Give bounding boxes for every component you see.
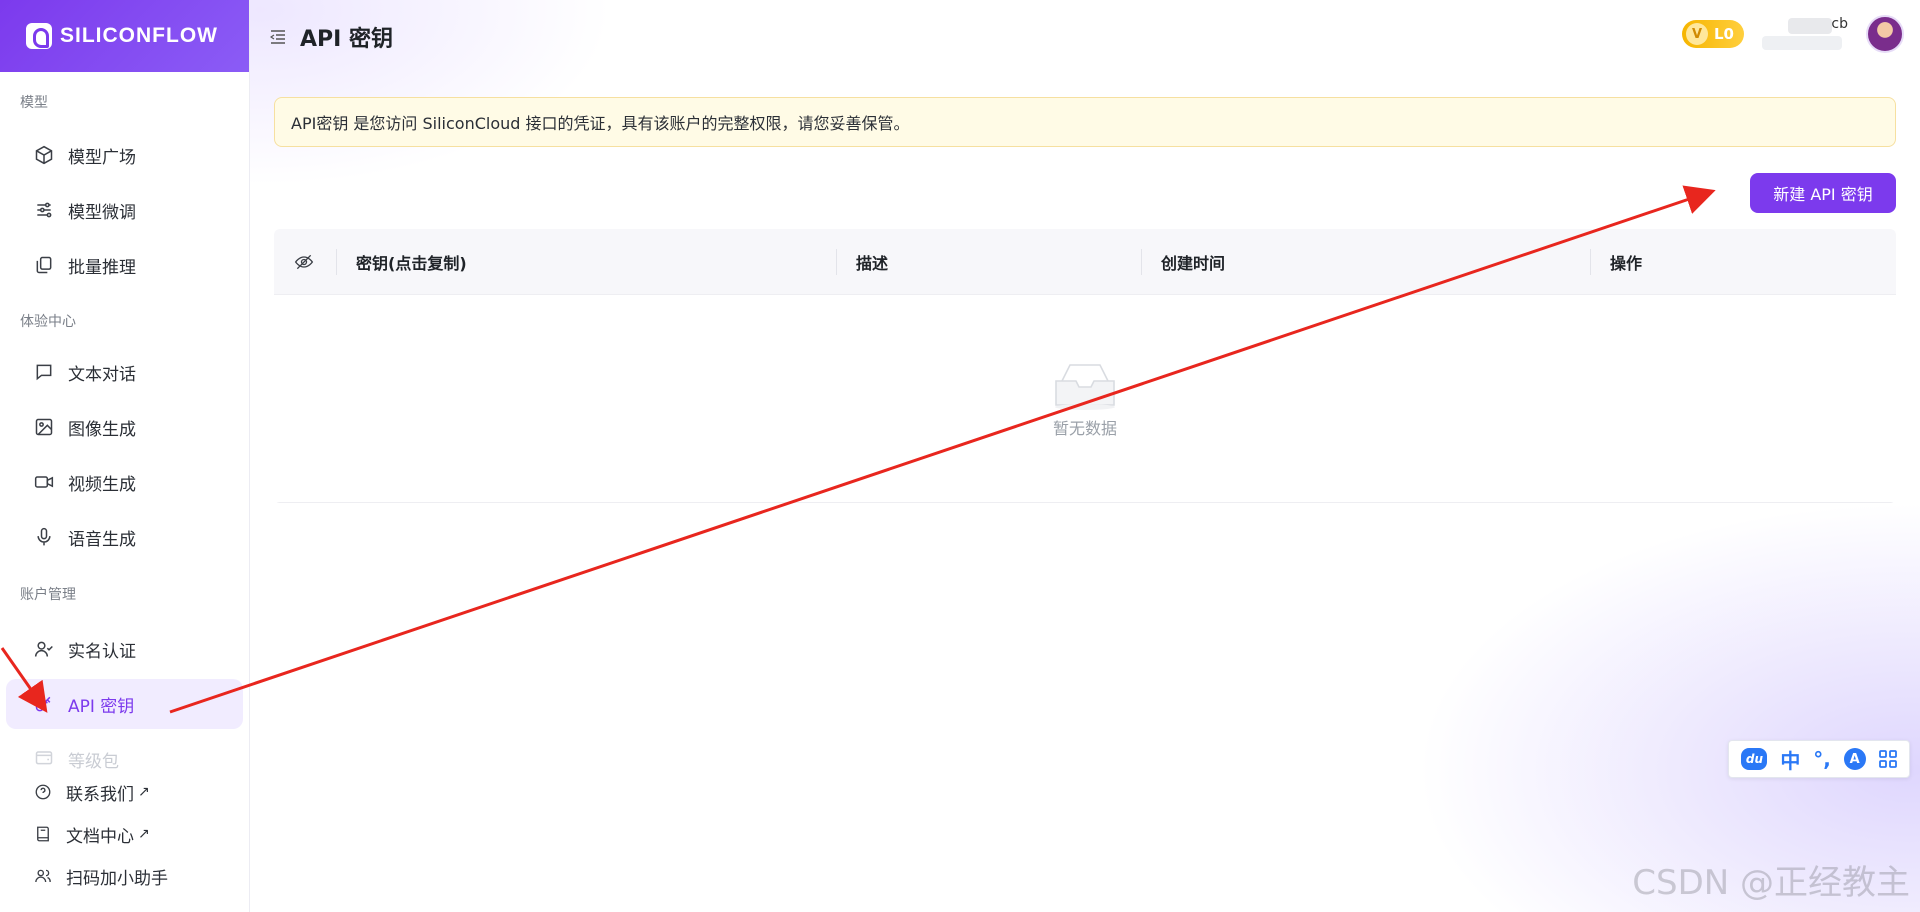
user-check-icon (34, 641, 53, 657)
help-circle-icon (35, 784, 51, 800)
column-separator (336, 249, 337, 275)
ime-language-toggle[interactable]: 中 (1780, 745, 1800, 774)
sidebar-item-video[interactable]: 视频生成 (6, 457, 243, 507)
sidebar-item-label: 模型微调 (68, 202, 136, 223)
brand-logo[interactable]: SILICONFLOW (0, 0, 249, 72)
sidebar-item-api-keys[interactable]: API 密钥 (6, 679, 243, 729)
avatar[interactable] (1866, 15, 1904, 53)
sidebar-item-level-pack[interactable]: 等级包 (6, 741, 243, 771)
table-body-empty: 暂无数据 (274, 295, 1896, 503)
column-separator (836, 249, 837, 275)
csdn-watermark: CSDN @正经教主 (1632, 863, 1910, 903)
sidebar-item-verification[interactable]: 实名认证 (6, 624, 243, 674)
column-separator (1590, 249, 1591, 275)
blurred-username (1788, 18, 1832, 34)
copy-layers-icon (36, 256, 52, 274)
empty-state-text: 暂无数据 (1052, 418, 1117, 438)
external-link-icon: ↗ (138, 784, 150, 800)
sidebar-item-chat[interactable]: 文本对话 (6, 347, 243, 397)
sidebar-item-label: 语音生成 (68, 529, 136, 550)
wallet-icon (35, 751, 53, 765)
sidebar-item-label: 实名认证 (68, 641, 136, 662)
ime-toolbar[interactable]: du 中 °, A (1728, 740, 1910, 778)
sidebar-item-label: 视频生成 (68, 474, 136, 495)
footer-item-label: 文档中心 (66, 826, 134, 847)
page-header: API 密钥 V L0 cb (250, 0, 1920, 74)
chat-bubble-icon (36, 364, 52, 381)
empty-inbox-icon (1055, 363, 1115, 410)
footer-item-contact[interactable]: 联系我们 ↗ (6, 771, 243, 813)
api-key-content: API密钥 是您访问 SiliconCloud 接口的凭证，具有该账户的完整权限… (274, 97, 1896, 503)
footer-item-label: 扫码加小助手 (66, 868, 168, 889)
ime-grid-menu-icon[interactable] (1878, 750, 1897, 768)
header-user-area: V L0 cb (1682, 14, 1904, 54)
footer-item-assistant[interactable]: 扫码加小助手 (6, 855, 243, 897)
page-title: API 密钥 (300, 27, 393, 52)
cube-icon (35, 145, 53, 165)
sliders-icon (37, 202, 52, 218)
blurred-account (1762, 36, 1842, 50)
column-header-description: 描述 (856, 254, 889, 273)
video-camera-icon (34, 476, 54, 488)
microphone-icon (37, 527, 51, 546)
sidebar-item-label: 图像生成 (68, 419, 136, 440)
sidebar-item-label: 等级包 (68, 752, 119, 771)
footer-item-docs[interactable]: 文档中心 ↗ (6, 813, 243, 855)
brand-name: SILICONFLOW (60, 24, 218, 47)
ime-punctuation-toggle[interactable]: °, (1813, 747, 1831, 771)
ime-skin-icon[interactable]: A (1843, 748, 1866, 770)
table-toolbar: 新建 API 密钥 (274, 147, 1896, 229)
column-header-created-at: 创建时间 (1161, 254, 1226, 273)
info-notice: API密钥 是您访问 SiliconCloud 接口的凭证，具有该账户的完整权限… (274, 97, 1896, 147)
siliconflow-logo-icon (26, 23, 52, 49)
footer-item-label: 联系我们 (66, 784, 134, 805)
api-key-table: 密钥(点击复制) 描述 创建时间 操作 暂无数据 (274, 229, 1896, 503)
eye-off-icon[interactable] (294, 252, 314, 272)
group-title-playground: 体验中心 (20, 314, 76, 330)
sidebar-item-label: API 密钥 (68, 696, 135, 717)
sidebar: SILICONFLOW 模型 模型广场 模型微调 批量推理 体验中心 文本对话 … (0, 0, 250, 912)
image-icon (35, 418, 53, 436)
key-icon (35, 696, 51, 712)
username-tail: cb (1831, 16, 1848, 32)
level-text: L0 (1714, 25, 1734, 43)
book-icon (37, 826, 49, 842)
column-header-key: 密钥(点击复制) (356, 254, 467, 273)
user-info[interactable]: cb (1762, 14, 1848, 54)
sidebar-item-model-square[interactable]: 模型广场 (6, 130, 243, 180)
group-title-model: 模型 (20, 95, 48, 111)
sidebar-item-batch[interactable]: 批量推理 (6, 240, 243, 290)
users-icon (35, 869, 51, 883)
sidebar-item-label: 模型广场 (68, 147, 136, 168)
column-separator (1141, 249, 1142, 275)
baidu-ime-logo-icon[interactable]: du (1741, 748, 1768, 770)
sidebar-item-label: 批量推理 (68, 257, 136, 278)
external-link-icon: ↗ (138, 826, 150, 842)
notice-text: API密钥 是您访问 SiliconCloud 接口的凭证，具有该账户的完整权限… (291, 114, 910, 133)
sidebar-item-audio[interactable]: 语音生成 (6, 512, 243, 562)
column-header-actions: 操作 (1610, 254, 1643, 273)
level-badge[interactable]: V L0 (1682, 20, 1744, 48)
group-title-account: 账户管理 (20, 587, 76, 603)
collapse-menu-icon[interactable] (270, 30, 286, 44)
create-api-key-button[interactable]: 新建 API 密钥 (1750, 173, 1896, 213)
vip-icon: V (1686, 23, 1708, 45)
main-area: API 密钥 V L0 cb API密钥 是您访问 SiliconCloud 接… (250, 0, 1920, 912)
sidebar-item-finetune[interactable]: 模型微调 (6, 185, 243, 235)
sidebar-item-image[interactable]: 图像生成 (6, 402, 243, 452)
table-header: 密钥(点击复制) 描述 创建时间 操作 (274, 229, 1896, 295)
sidebar-item-label: 文本对话 (68, 364, 136, 385)
